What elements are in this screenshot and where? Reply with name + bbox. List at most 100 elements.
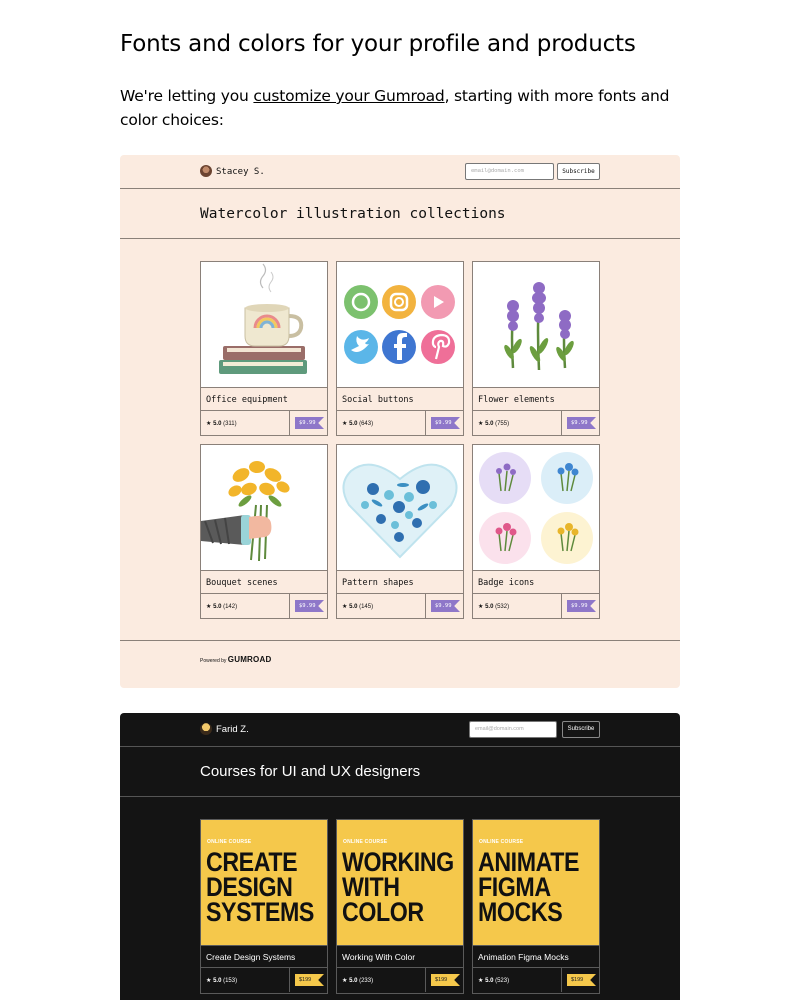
product-rating: ★ 5.0 (311) (206, 420, 237, 427)
product-card[interactable]: Bouquet scenes ★ 5.0 (142) $9.99 (200, 444, 328, 619)
price-tag: $9.99 (567, 600, 596, 612)
product-footer: ★ 5.0 (755) $9.99 (473, 410, 599, 435)
rating-value: 5.0 (485, 421, 494, 427)
rating-value: 5.0 (349, 604, 358, 610)
star-icon: ★ (478, 978, 484, 984)
course-cover-title: WORKING WITH COLOR (342, 849, 454, 926)
product-footer: ★ 5.0 (153) $199 (201, 967, 327, 992)
product-rating: ★ 5.0 (233) (342, 977, 373, 984)
price-box: $9.99 (289, 411, 327, 435)
product-rating: ★ 5.0 (755) (478, 420, 509, 427)
course-cover-title: ANIMATE FIGMA MOCKS (478, 849, 579, 927)
profile-title-band: Courses for UI and UX designers (120, 747, 680, 797)
price-tag: $9.99 (431, 417, 460, 429)
profile-footer: Powered by GUMROAD (120, 640, 680, 688)
star-icon: ★ (206, 978, 212, 984)
product-footer: ★ 5.0 (233) $199 (337, 967, 463, 992)
course-label: ONLINE COURSE (207, 839, 252, 845)
course-card[interactable]: ONLINE COURSE ANIMATE FIGMA MOCKS Animat… (472, 819, 600, 994)
product-footer: ★ 5.0 (145) $9.99 (337, 593, 463, 618)
rating-count: (755) (495, 421, 510, 427)
product-rating: ★ 5.0 (145) (342, 603, 373, 610)
profile-page-title: Courses for UI and UX designers (200, 763, 421, 780)
price-tag: $9.99 (431, 600, 460, 612)
coffee-cup-books-icon (201, 262, 327, 388)
cover-line: SYSTEMS (206, 897, 314, 927)
creator-name[interactable]: Stacey S. (216, 167, 265, 177)
product-name: Bouquet scenes (206, 578, 278, 588)
powered-by[interactable]: Powered by GUMROAD (200, 655, 271, 664)
rating-count: (153) (223, 978, 238, 984)
course-card[interactable]: ONLINE COURSE WORKING WITH COLOR Working… (336, 819, 464, 994)
product-card[interactable]: Badge icons ★ 5.0 (532) $9.99 (472, 444, 600, 619)
rating-count: (532) (495, 604, 510, 610)
price-tag: $199 (431, 974, 460, 986)
intro-text-before: We're letting you (120, 87, 254, 105)
product-rating: ★ 5.0 (532) (478, 603, 509, 610)
product-name: Flower elements (478, 395, 555, 405)
powered-by-label: Powered by (200, 658, 227, 664)
rating-count: (142) (223, 604, 238, 610)
email-field[interactable]: email@domain.com (469, 721, 557, 738)
rating-value: 5.0 (349, 978, 358, 984)
rating-count: (145) (359, 604, 374, 610)
price-tag: $199 (295, 974, 324, 986)
product-name: Pattern shapes (342, 578, 414, 588)
product-name: Working With Color (342, 952, 416, 962)
subscribe-button[interactable]: Subscribe (557, 163, 600, 180)
customize-gumroad-link[interactable]: customize your Gumroad (253, 87, 444, 105)
product-card[interactable]: Flower elements ★ 5.0 (755) $9.99 (472, 261, 600, 436)
star-icon: ★ (342, 421, 348, 427)
price-box: $199 (289, 968, 327, 992)
dark-profile-preview: Farid Z. email@domain.com Subscribe Cour… (120, 713, 680, 1000)
article-title: Fonts and colors for your profile and pr… (120, 31, 636, 57)
price-tag: $9.99 (567, 417, 596, 429)
product-footer: ★ 5.0 (142) $9.99 (201, 593, 327, 618)
price-box: $9.99 (425, 594, 463, 618)
product-name: Animation Figma Mocks (478, 952, 569, 962)
course-label: ONLINE COURSE (343, 839, 388, 845)
product-card[interactable]: Social buttons ★ 5.0 (643) $9.99 (336, 261, 464, 436)
profile-title-band: Watercolor illustration collections (120, 189, 680, 239)
product-footer: ★ 5.0 (523) $199 (473, 967, 599, 992)
price-box: $9.99 (425, 411, 463, 435)
cover-line: MOCKS (478, 897, 563, 927)
profile-page-title: Watercolor illustration collections (200, 206, 506, 222)
profile-header: Farid Z. email@domain.com Subscribe (120, 713, 680, 747)
subscribe-button[interactable]: Subscribe (562, 721, 600, 738)
course-card[interactable]: ONLINE COURSE CREATE DESIGN SYSTEMS Crea… (200, 819, 328, 994)
floral-heart-icon (337, 445, 463, 571)
product-name: Create Design Systems (206, 952, 296, 962)
course-label: ONLINE COURSE (479, 839, 524, 845)
avatar[interactable] (200, 165, 212, 177)
price-box: $9.99 (561, 411, 599, 435)
email-field[interactable]: email@domain.com (465, 163, 554, 180)
rating-count: (233) (359, 978, 374, 984)
product-rating: ★ 5.0 (523) (478, 977, 509, 984)
flower-badges-icon (473, 445, 599, 571)
lavender-icon (473, 262, 599, 388)
product-footer: ★ 5.0 (311) $9.99 (201, 410, 327, 435)
price-tag: $9.99 (295, 600, 324, 612)
profile-header: Stacey S. email@domain.com Subscribe (120, 155, 680, 189)
product-card[interactable]: Pattern shapes ★ 5.0 (145) $9.99 (336, 444, 464, 619)
rating-count: (643) (359, 421, 374, 427)
rating-value: 5.0 (213, 978, 222, 984)
price-box: $199 (561, 968, 599, 992)
rating-value: 5.0 (485, 978, 494, 984)
price-box: $199 (425, 968, 463, 992)
avatar[interactable] (200, 723, 212, 735)
price-box: $9.99 (561, 594, 599, 618)
rating-value: 5.0 (213, 421, 222, 427)
social-buttons-icon (337, 262, 463, 388)
rating-value: 5.0 (485, 604, 494, 610)
rating-count: (523) (495, 978, 510, 984)
price-box: $9.99 (289, 594, 327, 618)
creator-name[interactable]: Farid Z. (216, 724, 249, 735)
bouquet-icon (201, 445, 327, 571)
rating-value: 5.0 (349, 421, 358, 427)
product-name: Office equipment (206, 395, 288, 405)
course-cover: ONLINE COURSE CREATE DESIGN SYSTEMS (201, 820, 327, 946)
star-icon: ★ (206, 604, 212, 610)
product-card[interactable]: Office equipment ★ 5.0 (311) $9.99 (200, 261, 328, 436)
